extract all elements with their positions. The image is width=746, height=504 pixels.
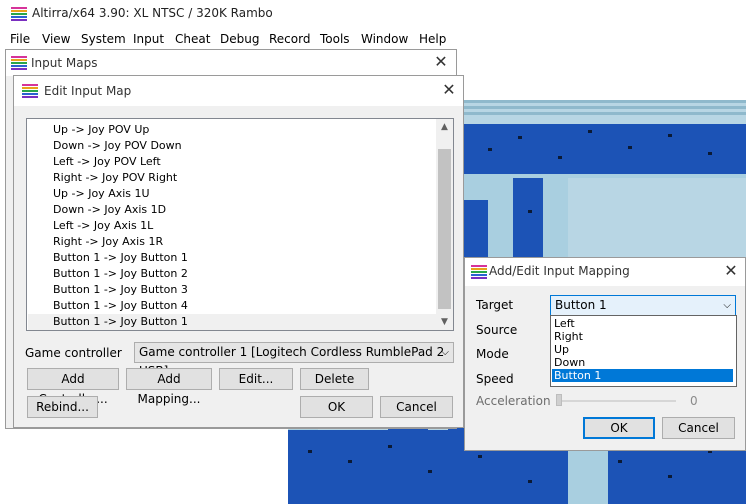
edit-button[interactable]: Edit... — [219, 368, 293, 390]
target-option[interactable]: Right — [552, 330, 733, 343]
menu-help[interactable]: Help — [419, 32, 446, 46]
input-maps-title: Input Maps — [31, 56, 98, 70]
chevron-down-icon: ⌵ — [441, 347, 449, 358]
menu-debug[interactable]: Debug — [220, 32, 259, 46]
mapping-list-item[interactable]: Left -> Joy POV Left — [53, 154, 161, 170]
altirra-logo-icon — [11, 56, 27, 70]
mapping-list-item[interactable]: Up -> Joy Axis 1U — [53, 186, 150, 202]
scroll-up-icon[interactable]: ▲ — [436, 119, 453, 135]
menu-window[interactable]: Window — [361, 32, 408, 46]
main-title-bar: Altirra/x64 3.90: XL NTSC / 320K Rambo — [0, 0, 746, 28]
altirra-logo-icon — [22, 84, 38, 98]
menu-record[interactable]: Record — [269, 32, 310, 46]
edit-input-map-dialog: Edit Input Map ✕ Up -> Joy POV Up Down ->… — [13, 75, 464, 428]
mapping-list-item[interactable]: Left -> Joy Axis 1L — [53, 218, 153, 234]
mapping-list-item[interactable]: Button 1 -> Joy Button 1 — [28, 314, 437, 330]
acceleration-slider-thumb[interactable] — [556, 394, 562, 406]
menu-bar: File View System Input Cheat Debug Recor… — [0, 28, 746, 50]
altirra-logo-icon — [471, 265, 487, 279]
add-mapping-button[interactable]: Add Mapping... — [126, 368, 212, 406]
add-edit-mapping-title: Add/Edit Input Mapping — [489, 264, 630, 278]
chevron-down-icon: ⌵ — [723, 300, 731, 311]
target-option[interactable]: Left — [552, 317, 733, 330]
mapping-ok-button[interactable]: OK — [583, 417, 655, 439]
source-label: Source — [476, 323, 518, 337]
mapping-list-item[interactable]: Right -> Joy Axis 1R — [53, 234, 163, 250]
edit-input-map-title: Edit Input Map — [44, 84, 132, 98]
edit-input-map-title-bar: Edit Input Map ✕ — [14, 76, 463, 106]
ok-button[interactable]: OK — [300, 396, 373, 418]
add-edit-mapping-dialog: Add/Edit Input Mapping ✕ Target Source M… — [464, 257, 746, 451]
menu-input[interactable]: Input — [133, 32, 164, 46]
altirra-logo-icon — [11, 7, 27, 21]
acceleration-value: 0 — [690, 394, 698, 408]
mapping-list-item[interactable]: Button 1 -> Joy Button 4 — [53, 298, 188, 314]
menu-file[interactable]: File — [10, 32, 30, 46]
menu-view[interactable]: View — [42, 32, 70, 46]
add-edit-mapping-close-icon[interactable]: ✕ — [721, 262, 741, 280]
target-dropdown-list[interactable]: Left Right Up Down Button 1 — [550, 315, 737, 387]
cancel-button[interactable]: Cancel — [380, 396, 453, 418]
add-controller-button[interactable]: Add Controller... — [27, 368, 119, 406]
game-controller-select[interactable]: Game controller 1 [Logitech Cordless Rum… — [134, 342, 454, 378]
mapping-list-item[interactable]: Down -> Joy Axis 1D — [53, 202, 166, 218]
input-maps-close-icon[interactable]: ✕ — [431, 53, 451, 71]
mode-label: Mode — [476, 347, 509, 361]
mapping-list-item[interactable]: Up -> Joy POV Up — [53, 122, 149, 138]
mapping-list-item[interactable]: Button 1 -> Joy Button 1 — [53, 250, 188, 266]
mapping-list-item[interactable]: Down -> Joy POV Down — [53, 138, 182, 154]
game-controller-label: Game controller — [25, 346, 122, 360]
target-label: Target — [476, 298, 514, 312]
acceleration-slider-track[interactable] — [556, 400, 676, 402]
speed-label: Speed — [476, 372, 514, 386]
menu-tools[interactable]: Tools — [320, 32, 350, 46]
mapping-list-item[interactable]: Right -> Joy POV Right — [53, 170, 177, 186]
mapping-list-item[interactable]: Button 1 -> Joy Button 2 — [53, 266, 188, 282]
mapping-list[interactable]: Up -> Joy POV Up Down -> Joy POV Down Left… — [26, 118, 454, 331]
add-edit-mapping-title-bar: Add/Edit Input Mapping ✕ — [465, 258, 745, 286]
mapping-list-scrollbar[interactable]: ▲ ▼ — [436, 119, 453, 330]
mapping-cancel-button[interactable]: Cancel — [662, 417, 735, 439]
window-title: Altirra/x64 3.90: XL NTSC / 320K Rambo — [32, 6, 273, 20]
target-select[interactable]: Button 1 ⌵ — [550, 295, 736, 316]
mapping-list-item[interactable]: Button 1 -> Joy Button 3 — [53, 282, 188, 298]
edit-input-map-close-icon[interactable]: ✕ — [439, 81, 459, 99]
target-option[interactable]: Up — [552, 343, 733, 356]
target-option[interactable]: Button 1 — [552, 369, 733, 382]
delete-button[interactable]: Delete — [300, 368, 369, 390]
acceleration-label: Acceleration — [476, 394, 551, 408]
target-option[interactable]: Down — [552, 356, 733, 369]
rebind-button[interactable]: Rebind... — [27, 396, 98, 418]
scroll-down-icon[interactable]: ▼ — [436, 314, 453, 330]
input-maps-title-bar: Input Maps ✕ — [6, 50, 456, 76]
menu-cheat[interactable]: Cheat — [175, 32, 210, 46]
target-value: Button 1 — [555, 298, 607, 312]
scroll-thumb[interactable] — [438, 149, 451, 309]
menu-system[interactable]: System — [81, 32, 126, 46]
